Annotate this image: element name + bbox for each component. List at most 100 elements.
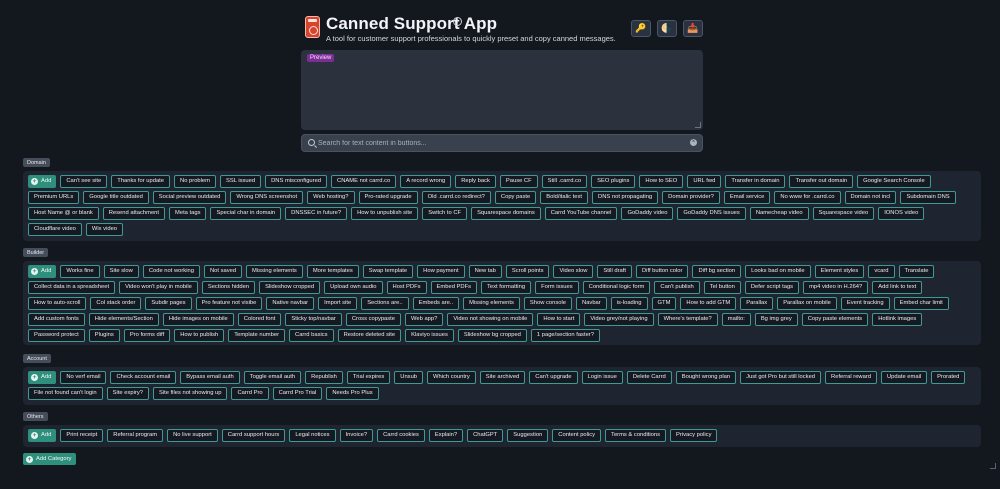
canned-message-button[interactable]: DNSSEC in future? [285, 207, 348, 220]
canned-message-button[interactable]: Collect data in a spreadsheet [28, 281, 116, 294]
canned-message-button[interactable]: Embeds are.. [412, 297, 460, 310]
canned-message-button[interactable]: Can't see site [60, 175, 108, 188]
canned-message-button[interactable]: How to publish [174, 329, 225, 342]
canned-message-button[interactable]: 1 page/section faster? [530, 329, 600, 342]
canned-message-button[interactable]: Delete Carrd [626, 371, 672, 384]
canned-message-button[interactable]: Upload own audio [324, 281, 383, 294]
canned-message-button[interactable]: Native navbar [266, 297, 315, 310]
canned-message-button[interactable]: Can't publish [654, 281, 700, 294]
canned-message-button[interactable]: Where's template? [657, 313, 718, 326]
resize-grip-icon[interactable] [695, 122, 701, 128]
canned-message-button[interactable]: Copy paste elements [801, 313, 869, 326]
add-button[interactable]: + Add [28, 371, 57, 384]
canned-message-button[interactable]: Text formatting [481, 281, 532, 294]
canned-message-button[interactable]: Bypass email auth [180, 371, 240, 384]
canned-message-button[interactable]: Transfer in domain [725, 175, 786, 188]
canned-message-button[interactable]: Squarespace video [812, 207, 875, 220]
canned-message-button[interactable]: mailto: [721, 313, 751, 326]
canned-message-button[interactable]: Event tracking [840, 297, 890, 310]
canned-message-button[interactable]: Google Search Console [857, 175, 931, 188]
canned-message-button[interactable]: Still draft [597, 265, 632, 278]
canned-message-button[interactable]: Thanks for update [111, 175, 171, 188]
canned-message-button[interactable]: Bought wrong plan [675, 371, 737, 384]
canned-message-button[interactable]: Slideshow bg cropped [457, 329, 527, 342]
canned-message-button[interactable]: DNS misconfigured [265, 175, 328, 188]
canned-message-button[interactable]: SEO plugins [591, 175, 636, 188]
canned-message-button[interactable]: Site files not showing up [152, 387, 228, 400]
canned-message-button[interactable]: CNAME not carrd.co [331, 175, 397, 188]
add-button[interactable]: + Add [28, 429, 57, 442]
canned-message-button[interactable]: Add link to text [872, 281, 923, 294]
canned-message-button[interactable]: How payment [417, 265, 465, 278]
canned-message-button[interactable]: Defer script tags [744, 281, 800, 294]
canned-message-button[interactable]: Premium URLs [28, 191, 80, 204]
canned-message-button[interactable]: Carrd Pro Trial [272, 387, 323, 400]
canned-message-button[interactable]: Restore deleted site [337, 329, 402, 342]
canned-message-button[interactable]: Site slow [103, 265, 139, 278]
canned-message-button[interactable]: Diff button color [635, 265, 689, 278]
canned-message-button[interactable]: More templates [306, 265, 359, 278]
canned-message-button[interactable]: Wrong DNS screenshot [230, 191, 304, 204]
canned-message-button[interactable]: Republish [305, 371, 343, 384]
canned-message-button[interactable]: Copy paste [494, 191, 537, 204]
theme-toggle-button[interactable]: 🌗 [657, 20, 677, 37]
canned-message-button[interactable]: Invoice? [339, 429, 374, 442]
canned-message-button[interactable]: Swap template [362, 265, 414, 278]
canned-message-button[interactable]: Suggestion [507, 429, 549, 442]
canned-message-button[interactable]: Diff bg section [692, 265, 742, 278]
canned-message-button[interactable]: Still .carrd.co [541, 175, 588, 188]
canned-message-button[interactable]: Parallax [740, 297, 774, 310]
canned-message-button[interactable]: Content policy [552, 429, 602, 442]
clear-icon[interactable]: × [690, 139, 697, 146]
canned-message-button[interactable]: GoDaddy video [621, 207, 674, 220]
canned-message-button[interactable]: Pause CF [499, 175, 538, 188]
canned-message-button[interactable]: Referral program [107, 429, 164, 442]
canned-message-button[interactable]: How to unpublish site [351, 207, 419, 220]
canned-message-button[interactable]: File not found can't login [28, 387, 103, 400]
canned-message-button[interactable]: IONOS video [878, 207, 925, 220]
canned-message-button[interactable]: Plugins [88, 329, 120, 342]
canned-message-button[interactable]: Check account email [110, 371, 177, 384]
canned-message-button[interactable]: mp4 video in H.264? [803, 281, 869, 294]
canned-message-button[interactable]: Show console [523, 297, 573, 310]
canned-message-button[interactable]: Password protect [28, 329, 85, 342]
canned-message-button[interactable]: Host PDFs [386, 281, 427, 294]
canned-message-button[interactable]: Hide images on mobile [162, 313, 234, 326]
canned-message-button[interactable]: GTM [651, 297, 677, 310]
canned-message-button[interactable]: Carrd cookies [377, 429, 425, 442]
canned-message-button[interactable]: is-loading [610, 297, 648, 310]
canned-message-button[interactable]: Slideshow cropped [259, 281, 321, 294]
canned-message-button[interactable]: Looks bad on mobile [745, 265, 811, 278]
canned-message-button[interactable]: Template number [228, 329, 286, 342]
canned-message-button[interactable]: Video slow [553, 265, 594, 278]
canned-message-button[interactable]: Login issue [581, 371, 623, 384]
canned-message-button[interactable]: Carrd YouTube channel [544, 207, 618, 220]
canned-message-button[interactable]: Email service [723, 191, 771, 204]
canned-message-button[interactable]: Sticky top/navbar [285, 313, 342, 326]
canned-message-button[interactable]: No live support [167, 429, 218, 442]
canned-message-button[interactable]: Conditional logic form [582, 281, 651, 294]
canned-message-button[interactable]: Video not showing on mobile [447, 313, 534, 326]
canned-message-button[interactable]: No verf email [60, 371, 107, 384]
key-button[interactable]: 🔑 [631, 20, 651, 37]
canned-message-button[interactable]: Explain? [428, 429, 464, 442]
canned-message-button[interactable]: Missing elements [463, 297, 520, 310]
canned-message-button[interactable]: Prorated [931, 371, 966, 384]
canned-message-button[interactable]: Sections are.. [361, 297, 409, 310]
canned-message-button[interactable]: URL fwd [687, 175, 722, 188]
canned-message-button[interactable]: Web hosting? [307, 191, 355, 204]
canned-message-button[interactable]: No problem [174, 175, 216, 188]
canned-message-button[interactable]: Pro feature not visibe [195, 297, 263, 310]
canned-message-button[interactable]: Pro-rated upgrade [358, 191, 418, 204]
canned-message-button[interactable]: Print receipt [60, 429, 104, 442]
canned-message-button[interactable]: Cloudflare video [28, 223, 82, 236]
canned-message-button[interactable]: Translate [898, 265, 935, 278]
canned-message-button[interactable]: Wix video [85, 223, 124, 236]
canned-message-button[interactable]: Carrd support hours [221, 429, 286, 442]
search-input[interactable] [318, 136, 688, 150]
canned-message-button[interactable]: Update email [880, 371, 928, 384]
canned-message-button[interactable]: Hotlink images [872, 313, 923, 326]
canned-message-button[interactable]: SSL issued [219, 175, 262, 188]
canned-message-button[interactable]: Meta tags [169, 207, 207, 220]
canned-message-button[interactable]: Trial expires [346, 371, 391, 384]
